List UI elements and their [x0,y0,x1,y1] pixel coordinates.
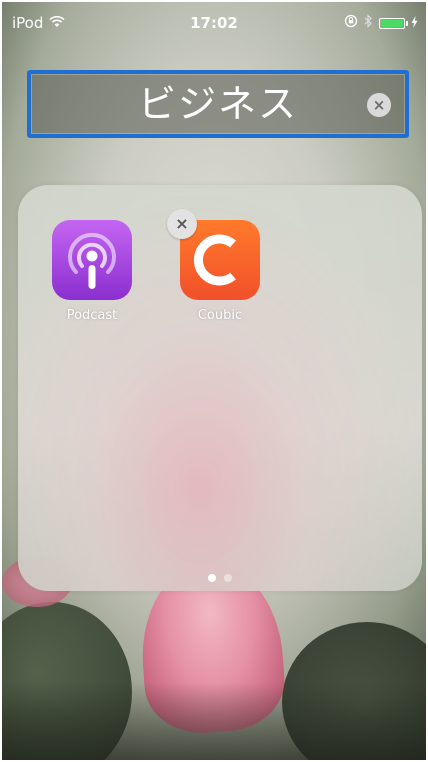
status-bar: iPod 17:02 [2,2,426,42]
folder-name-field[interactable]: ビジネス × [27,70,409,138]
app-podcast[interactable]: Podcast [47,220,137,323]
app-coubic[interactable]: × Coubic [167,209,265,323]
app-label-coubic: Coubic [197,308,243,323]
folder-name-text[interactable]: ビジネス [31,80,405,128]
app-label-podcast: Podcast [66,308,118,323]
close-icon: × [175,214,189,233]
rotation-lock-icon [344,14,358,32]
battery-level [381,19,403,27]
bluetooth-icon [364,14,373,32]
podcast-icon[interactable] [52,220,132,300]
page-dot-2[interactable] [224,574,232,582]
delete-app-button[interactable]: × [167,209,197,239]
home-screen: iPod 17:02 ビジネス × Podcast × Coubic [2,2,426,760]
page-dot-1[interactable] [208,574,216,582]
battery-icon [379,17,408,29]
wallpaper-shadow [2,682,426,760]
page-indicator[interactable] [18,574,422,582]
status-right [344,14,418,32]
charging-icon [411,14,418,32]
clear-text-button[interactable]: × [367,93,391,117]
folder-panel: Podcast × Coubic [18,185,422,591]
clear-x-icon: × [372,96,386,114]
